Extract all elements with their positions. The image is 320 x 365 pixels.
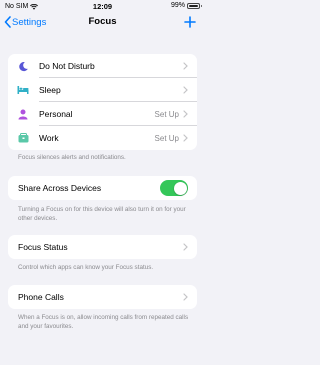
chevron-right-icon <box>183 243 188 251</box>
focus-status-footer: Control which apps can know your Focus s… <box>18 264 154 271</box>
status-bar: No SIM 12:09 99% <box>0 0 205 14</box>
focus-status-row[interactable]: Focus Status <box>8 235 197 259</box>
share-label: Share Across Devices <box>18 183 102 193</box>
phone-calls-row[interactable]: Phone Calls <box>8 285 197 309</box>
moon-icon <box>17 61 29 72</box>
share-footer: Turning a Focus on for this device will … <box>18 206 186 222</box>
bed-icon <box>17 85 29 95</box>
chevron-right-icon <box>183 134 188 142</box>
focus-row-personal[interactable]: Personal Set Up <box>8 102 197 126</box>
navigation-bar: Settings Focus <box>0 14 205 32</box>
focus-status-group: Focus Status <box>8 235 197 259</box>
focus-mode-label: Do Not Disturb <box>39 61 95 71</box>
focus-mode-value: Set Up <box>154 133 179 143</box>
focus-mode-label: Personal <box>39 109 73 119</box>
chevron-right-icon <box>183 110 188 118</box>
focus-mode-label: Sleep <box>39 85 61 95</box>
focus-row-sleep[interactable]: Sleep <box>8 78 197 102</box>
chevron-right-icon <box>183 293 188 301</box>
focus-footer: Focus silences alerts and notifications. <box>18 154 126 161</box>
phone-calls-group: Phone Calls <box>8 285 197 309</box>
toggle-knob <box>173 181 187 195</box>
battery-icon <box>187 2 202 9</box>
chevron-right-icon <box>183 62 188 70</box>
page-title: Focus <box>88 16 117 27</box>
add-focus-button[interactable] <box>184 15 196 33</box>
focus-row-work[interactable]: Work Set Up <box>8 126 197 150</box>
person-icon <box>17 109 29 120</box>
share-across-devices-toggle[interactable] <box>160 180 188 196</box>
focus-status-label: Focus Status <box>18 242 68 252</box>
plus-icon <box>184 16 196 28</box>
focus-row-do-not-disturb[interactable]: Do Not Disturb <box>8 54 197 78</box>
focus-mode-value: Set Up <box>154 109 179 119</box>
phone-calls-footer: When a Focus is on, allow incoming calls… <box>18 314 189 330</box>
phone-calls-label: Phone Calls <box>18 292 64 302</box>
focus-modes-group: Do Not Disturb Sleep Personal Set Up Wor… <box>8 54 197 150</box>
chevron-right-icon <box>183 86 188 94</box>
battery-percent: 99% <box>170 2 185 9</box>
share-group: Share Across Devices <box>8 176 197 200</box>
share-across-devices-row: Share Across Devices <box>8 176 197 200</box>
focus-mode-label: Work <box>39 133 59 143</box>
battery-group: 99% <box>170 2 202 9</box>
work-badge-icon <box>17 133 29 143</box>
